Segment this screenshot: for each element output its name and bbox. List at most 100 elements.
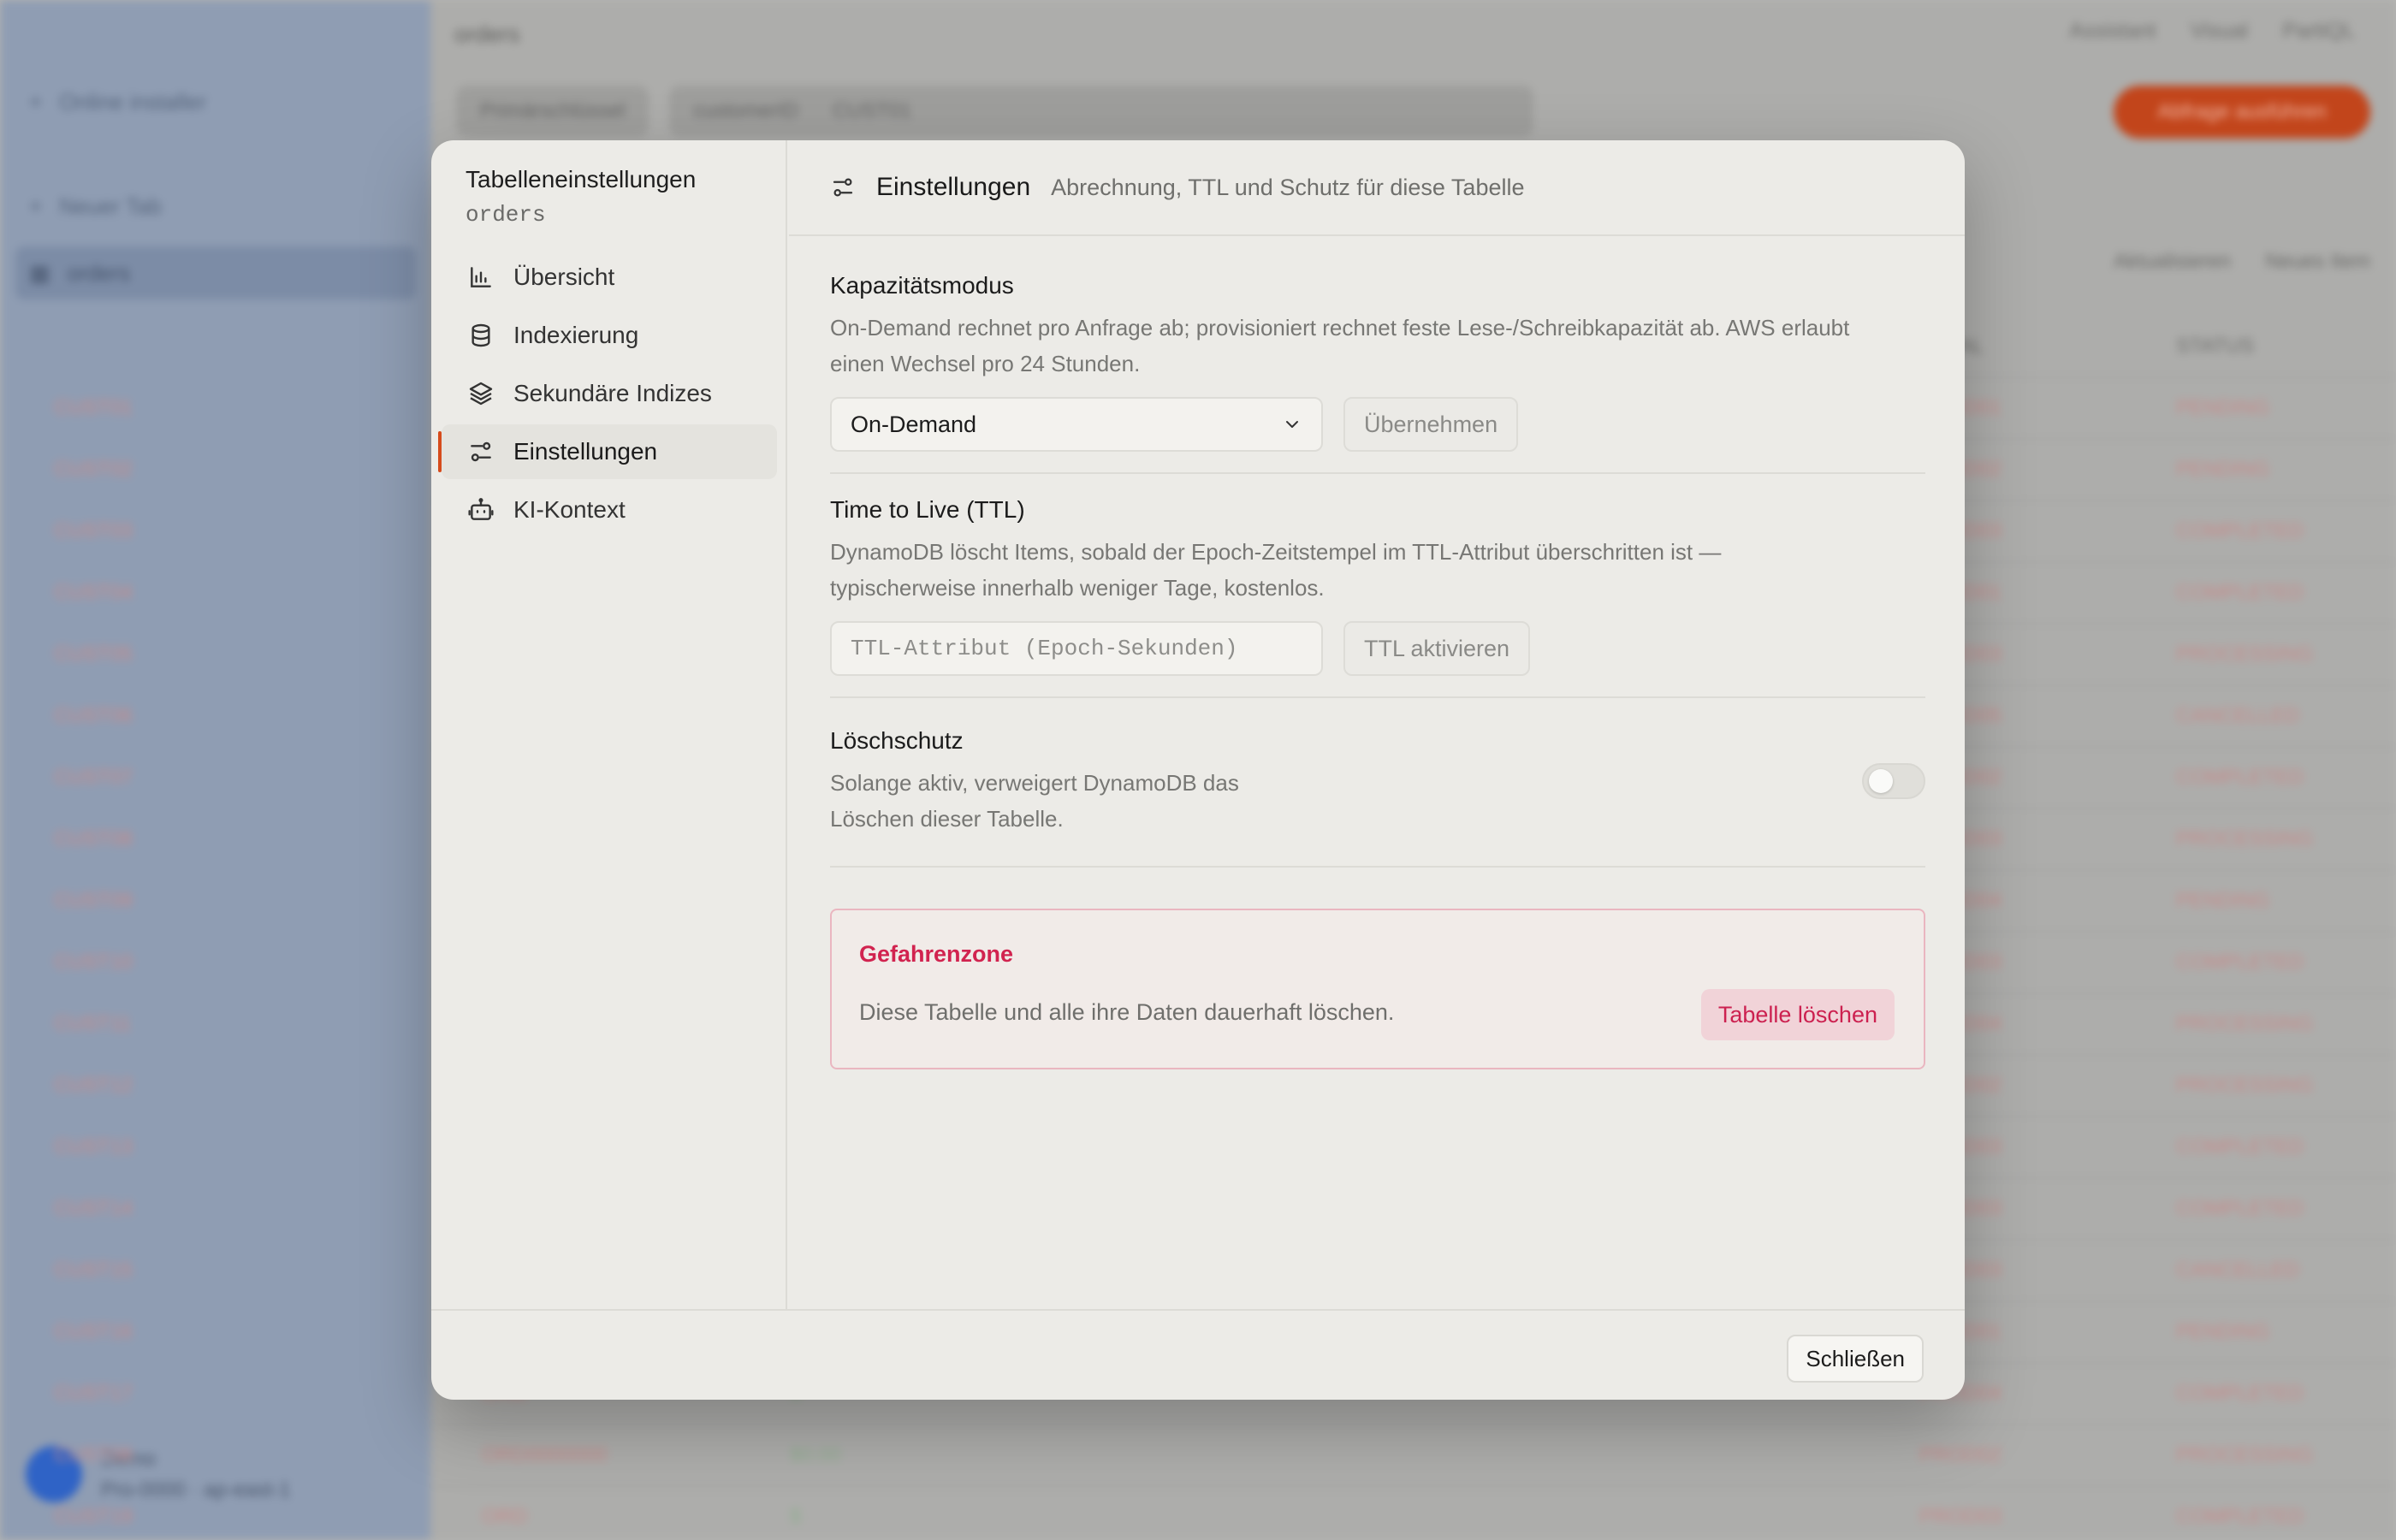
bg-cell: PENDING: [2176, 889, 2270, 912]
bg-topbar-right: Assistant Visual PartiQL: [2069, 19, 2355, 44]
nav-item-overview[interactable]: Übersicht: [442, 250, 777, 305]
bg-cell: CUST17: [54, 1382, 133, 1405]
bg-cell: CUST10: [54, 951, 133, 974]
bg-cell: ORD: [482, 1505, 528, 1528]
ttl-description: DynamoDB löscht Items, sobald der Epoch-…: [830, 534, 1721, 606]
robot-icon: [468, 498, 494, 520]
bg-cell: CUST01: [54, 396, 133, 419]
nav-item-label: Indexierung: [513, 322, 639, 348]
toggle-knob: [1869, 769, 1893, 793]
bg-cell: CANCELLED: [2176, 1259, 2300, 1282]
ttl-text-line: DynamoDB löscht Items, sobald der Epoch-…: [830, 539, 1722, 565]
nav-item-indexing[interactable]: Indexierung: [442, 308, 777, 363]
bg-sidebar-label: Online installer: [59, 89, 207, 115]
settings-title: Einstellungen: [876, 173, 1031, 201]
modal-nav: Übersicht Indexierung Sekundäre Indizes …: [438, 250, 777, 541]
bg-actions: Aktualisieren Neues Item: [2114, 250, 2370, 274]
plus-icon: +: [29, 193, 43, 219]
bg-key-value: CUST01: [833, 99, 912, 122]
danger-zone: Gefahrenzone Diese Tabelle und alle ihre…: [830, 909, 1925, 1069]
bg-cell: CUST11: [54, 1012, 132, 1035]
chevron-down-icon: [1286, 421, 1298, 428]
bg-toolbar-pill: Primärschlüssel: [456, 86, 649, 137]
deletion-text-line: Solange aktiv, verweigert DynamoDB das: [830, 770, 1239, 796]
modal-sidebar-table-name: orders: [466, 202, 546, 228]
bg-cell: COMPLETED: [2176, 581, 2304, 604]
bg-cell: CUST09: [54, 889, 133, 912]
bg-cell: PENDING: [2176, 458, 2270, 481]
bg-cell: COMPLETED: [2176, 1505, 2304, 1528]
bg-key-name: customerID: [693, 99, 799, 122]
bg-cell: PROD03: [1919, 1505, 2002, 1528]
apply-capacity-button[interactable]: Übernehmen: [1343, 397, 1519, 452]
bg-cell: PROCESSING: [2176, 643, 2314, 666]
nav-item-ai-context[interactable]: KI-Kontext: [442, 483, 777, 537]
nav-item-secondary-indexes[interactable]: Sekundäre Indizes: [442, 366, 777, 421]
nav-item-settings[interactable]: Einstellungen: [438, 424, 777, 479]
enable-ttl-button[interactable]: TTL aktivieren: [1343, 621, 1531, 676]
bg-cell: CUST03: [54, 519, 133, 542]
bg-column-header: STATUS: [2176, 335, 2255, 358]
bg-action: Aktualisieren: [2113, 250, 2232, 273]
bg-action: Neues Item: [2265, 250, 2370, 273]
bg-cell: $0.00: [790, 1443, 842, 1466]
table-settings-modal: Tabelleneinstellungen orders Übersicht I…: [431, 140, 1965, 1400]
bg-top-link: Assistant: [2069, 19, 2156, 43]
bg-cell: PENDING: [2176, 1320, 2270, 1343]
layers-icon: [469, 382, 493, 406]
ttl-title: Time to Live (TTL): [830, 496, 1025, 523]
ttl-attribute-input[interactable]: [830, 621, 1323, 676]
deletion-protection-title: Löschschutz: [830, 727, 964, 754]
deletion-text-line: Löschen dieser Tabelle.: [830, 806, 1064, 832]
plus-icon: +: [29, 89, 43, 115]
divider: [830, 696, 1925, 698]
database-icon: [471, 323, 490, 347]
bg-topbar-title: orders: [454, 21, 520, 47]
nav-item-label: Übersicht: [513, 264, 615, 290]
bg-cell: CUST14: [54, 1197, 133, 1220]
capacity-mode-value: On-Demand: [851, 411, 977, 437]
settings-header: Einstellungen Abrechnung, TTL und Schutz…: [789, 140, 1965, 236]
close-button[interactable]: Schließen: [1787, 1335, 1924, 1383]
bg-cell: $: [790, 1505, 802, 1528]
delete-table-button[interactable]: Tabelle löschen: [1700, 989, 1895, 1040]
bg-cell: PROCESSING: [2176, 1012, 2314, 1035]
bg-cell: PROCESSING: [2176, 1443, 2314, 1466]
table-icon: ▦: [29, 259, 50, 286]
deletion-protection-toggle[interactable]: [1862, 763, 1925, 799]
bg-sidebar-label: Neuer Tab: [59, 193, 162, 219]
bg-cell: PROCESSING: [2176, 827, 2314, 850]
bg-cell: CUST12: [54, 1074, 133, 1097]
capacity-text-line: On-Demand rechnet pro Anfrage ab; provis…: [830, 315, 1850, 341]
bg-cell: COMPLETED: [2176, 1135, 2304, 1158]
capacity-text-line: einen Wechsel pro 24 Stunden.: [830, 351, 1141, 376]
bg-cell: CUST19: [54, 1505, 133, 1528]
table-row: CUST19 ORD $ PROD03 COMPLETED: [54, 1487, 2396, 1540]
bg-top-link: PartiQL: [2282, 19, 2355, 43]
bg-cell: CUST08: [54, 827, 133, 850]
ttl-text-line: typischerweise innerhalb weniger Tage, k…: [830, 575, 1325, 601]
table-row: CUST08 ORD0000000 $0.00 PROD02 PROCESSING: [54, 1425, 2396, 1487]
bar-chart-icon: [471, 267, 491, 287]
modal-sidebar: Tabelleneinstellungen orders Übersicht I…: [431, 140, 787, 1309]
nav-item-label: Sekundäre Indizes: [513, 380, 712, 406]
bg-cell: PROD02: [1919, 1443, 2002, 1466]
bg-cell: PENDING: [2176, 396, 2270, 419]
bg-cell: CUST05: [54, 643, 133, 666]
bg-cell: COMPLETED: [2176, 766, 2304, 789]
bg-sidebar-item-active: ▦ orders: [15, 246, 416, 299]
bg-sidebar-item: + Neuer Tab: [29, 193, 162, 220]
bg-cell: CUST08: [54, 1443, 133, 1466]
bg-cell: CUST13: [54, 1135, 133, 1158]
modal-footer: Schließen: [431, 1309, 1965, 1400]
nav-item-label: Einstellungen: [513, 438, 658, 465]
settings-panel: Einstellungen Abrechnung, TTL und Schutz…: [789, 140, 1965, 1309]
bg-cell: CUST07: [54, 766, 133, 789]
nav-item-label: KI-Kontext: [513, 496, 626, 523]
danger-zone-description: Diese Tabelle und alle ihre Daten dauerh…: [859, 999, 1395, 1025]
bg-cell: CUST16: [54, 1320, 133, 1343]
bg-top-link: Visual: [2190, 19, 2249, 43]
bg-run-button: Abfrage ausführen: [2114, 86, 2370, 139]
bg-sidebar-label: orders: [67, 259, 131, 286]
capacity-mode-select[interactable]: On-Demand: [830, 397, 1323, 452]
